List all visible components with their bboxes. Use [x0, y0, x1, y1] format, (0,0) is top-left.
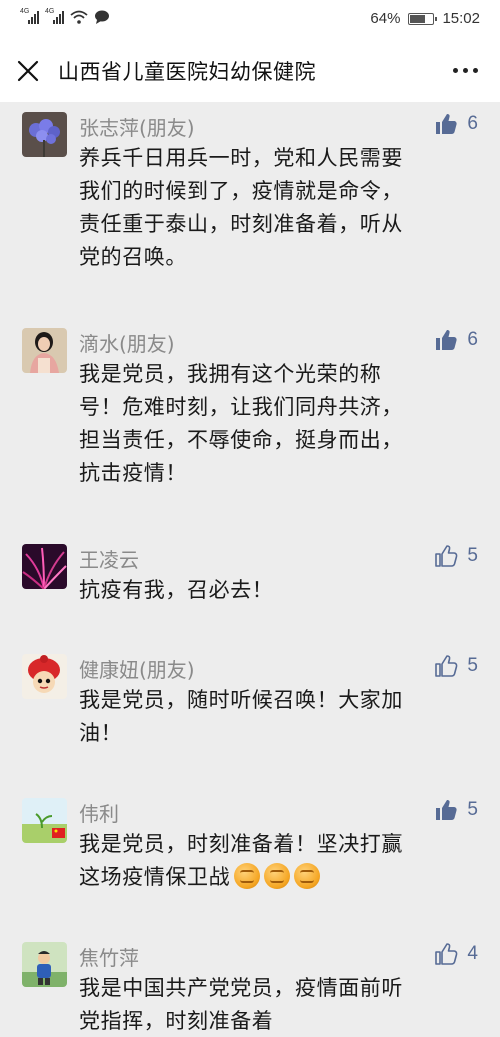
comment-text: 养兵千日用兵一时，党和人民需要 我们的时候到了，疫情就是命令， 责任重于泰山，时… [79, 142, 479, 274]
comment-text: 抗疫有我，召必去！ [79, 574, 479, 607]
comment-line: 我是中国共产党党员，疫情面前听 [79, 976, 403, 1000]
comment-text: 我是党员，时刻准备着！坚决打赢 这场疫情保卫战 [79, 828, 479, 894]
pink-feather-photo-icon [22, 544, 67, 589]
fist-emoji-icon [294, 863, 321, 889]
dot-icon [463, 68, 468, 73]
comment-line-with-emoji: 这场疫情保卫战 [79, 861, 479, 894]
comment-line: 党指挥，时刻准备着 [79, 1009, 274, 1033]
commenter-name[interactable]: 健康妞(朋友) [79, 654, 195, 683]
battery-icon [408, 12, 438, 25]
comment-line: 养兵千日用兵一时，党和人民需要 [79, 146, 403, 170]
avatar[interactable] [22, 328, 67, 373]
commenter-name[interactable]: 王凌云 [79, 544, 139, 573]
like-count: 4 [467, 943, 478, 964]
signal-tag: 4G [20, 8, 30, 15]
like-count: 6 [467, 329, 478, 350]
child-outdoor-photo-icon [22, 942, 67, 987]
comment-line: 我们的时候到了，疫情就是命令， [79, 179, 403, 203]
nav-bar: 山西省儿童医院妇幼保健院 [0, 40, 500, 102]
comment-line: 抗击疫情！ [79, 461, 187, 485]
comment-list[interactable]: 张志萍(朋友) 6 养兵千日用兵一时，党和人民需要 我们的时候到了，疫情就是命令… [0, 102, 500, 1037]
cell-signal-icon: 4G [20, 8, 39, 24]
close-icon [17, 60, 39, 82]
more-options-button[interactable] [453, 68, 478, 73]
comment-line: 党的召唤。 [79, 245, 187, 269]
avatar[interactable] [22, 654, 67, 699]
like-button[interactable]: 6 [434, 112, 478, 136]
close-button[interactable] [14, 57, 42, 85]
cell-signal-icon: 4G [45, 8, 64, 24]
commenter-name[interactable]: 滴水(朋友) [79, 328, 175, 357]
message-icon [95, 10, 109, 24]
like-count: 5 [467, 799, 478, 820]
comment-line: 我是党员，时刻准备着！坚决打赢 [79, 832, 403, 856]
battery-percent: 64% [370, 10, 401, 27]
commenter-name[interactable]: 焦竹萍 [79, 942, 139, 971]
status-bar: 4G 4G 64% 15:02 [0, 0, 500, 40]
comment-text: 我是党员，随时听候召唤！大家加 油！ [79, 684, 479, 750]
like-button[interactable]: 5 [434, 654, 478, 678]
comment-line: 我是党员，我拥有这个光荣的称 [79, 362, 382, 386]
avatar[interactable] [22, 942, 67, 987]
thumbs-up-filled-icon [436, 114, 458, 134]
comment-line: 抗疫有我，召必去！ [79, 578, 274, 602]
like-button[interactable]: 5 [434, 544, 478, 568]
comment-line: 油！ [79, 721, 123, 745]
avatar[interactable] [22, 798, 67, 843]
like-count: 5 [467, 655, 478, 676]
thumbs-up-outline-icon [435, 943, 458, 965]
fist-emoji-icon [234, 863, 261, 889]
like-count: 5 [467, 545, 478, 566]
purple-flower-photo-icon [22, 112, 67, 157]
thumbs-up-filled-icon [436, 800, 458, 820]
dot-icon [473, 68, 478, 73]
comment-line: 号！危难时刻，让我们同舟共济， [79, 395, 403, 419]
like-count: 6 [467, 113, 478, 134]
comment-text: 我是中国共产党党员，疫情面前听 党指挥，时刻准备着 [79, 972, 479, 1037]
thumbs-up-outline-icon [435, 655, 458, 677]
comment-line: 我是党员，随时听候召唤！大家加 [79, 688, 403, 712]
red-hat-doll-photo-icon [22, 654, 67, 699]
like-button[interactable]: 4 [434, 942, 478, 966]
comment-line: 担当责任，不辱使命，挺身而出， [79, 428, 403, 452]
commenter-name[interactable]: 伟利 [79, 798, 119, 827]
wifi-icon [70, 10, 88, 24]
comment-line: 责任重于泰山，时刻准备着，听从 [79, 212, 403, 236]
like-button[interactable]: 5 [434, 798, 478, 822]
fist-emoji-icon [264, 863, 291, 889]
page-title: 山西省儿童医院妇幼保健院 [58, 60, 316, 84]
commenter-name[interactable]: 张志萍(朋友) [79, 112, 195, 141]
like-button[interactable]: 6 [434, 328, 478, 352]
avatar[interactable] [22, 112, 67, 157]
clock: 15:02 [442, 10, 480, 27]
thumbs-up-filled-icon [436, 330, 458, 350]
comment-line: 这场疫情保卫战 [79, 865, 231, 889]
signal-tag: 4G [45, 8, 55, 15]
avatar[interactable] [22, 544, 67, 589]
sprout-flag-photo-icon [22, 798, 67, 843]
comment-text: 我是党员，我拥有这个光荣的称 号！危难时刻，让我们同舟共济， 担当责任，不辱使命… [79, 358, 479, 490]
thumbs-up-outline-icon [435, 545, 458, 567]
dot-icon [453, 68, 458, 73]
woman-portrait-photo-icon [22, 328, 67, 373]
